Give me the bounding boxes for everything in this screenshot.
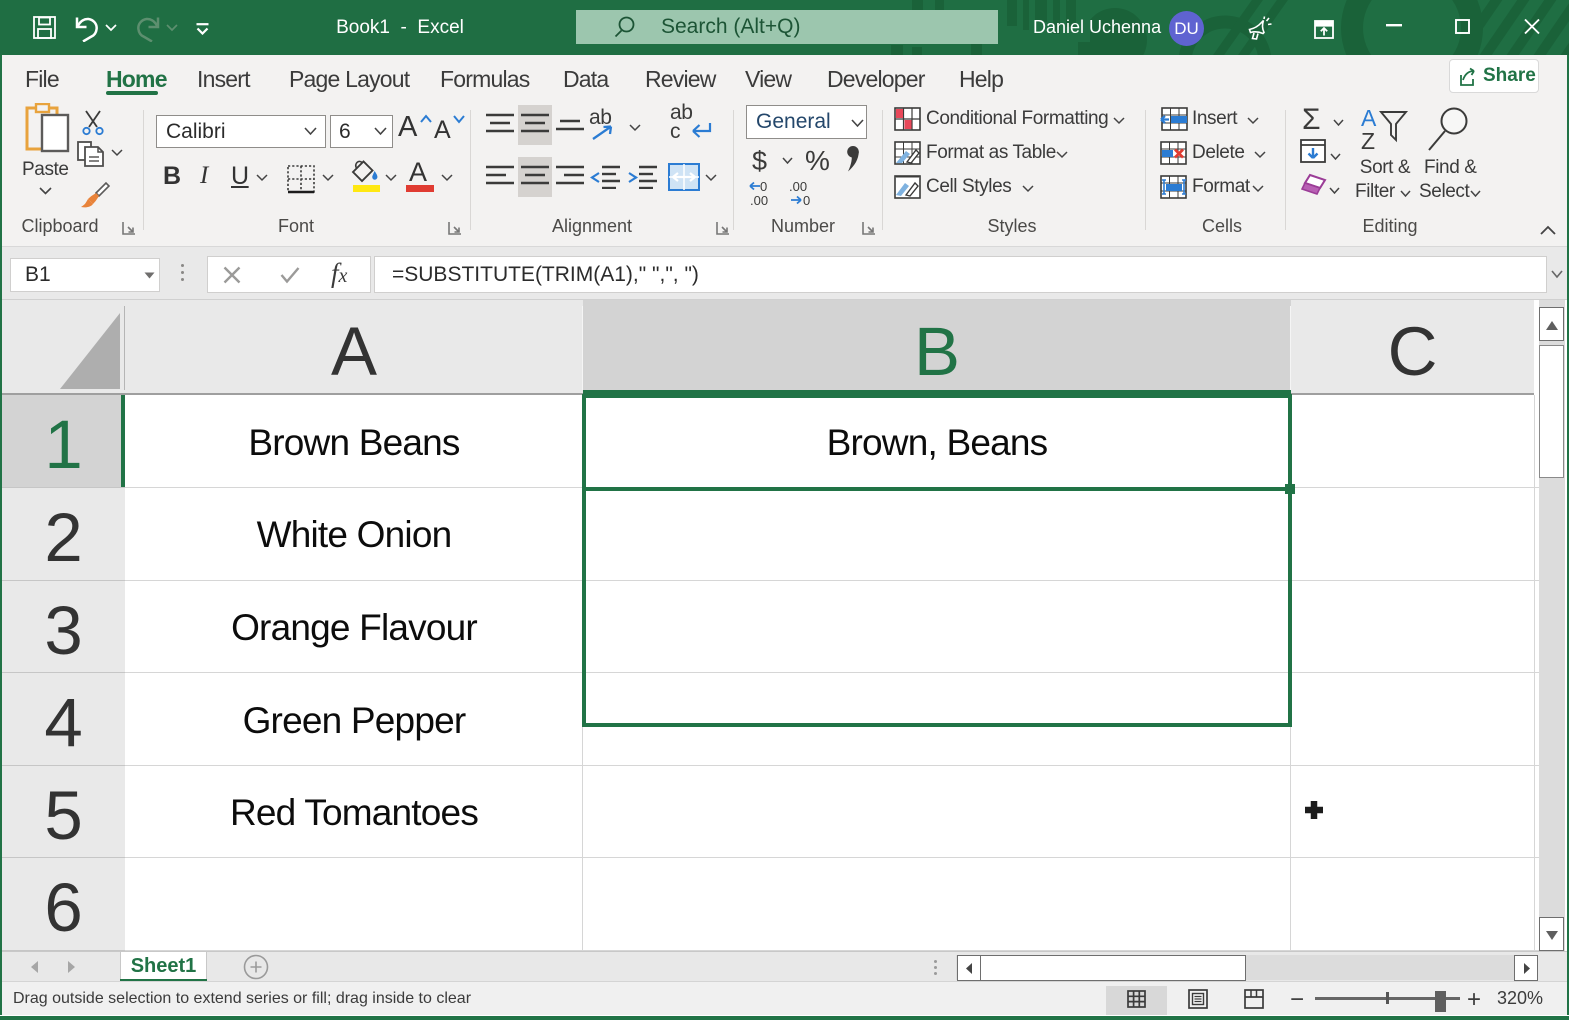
svg-text:.00: .00 (750, 193, 768, 206)
svg-text:0: 0 (760, 180, 767, 194)
svg-text:.00: .00 (789, 180, 807, 194)
svg-text:Z: Z (1361, 128, 1375, 152)
svg-text:0: 0 (803, 193, 810, 206)
